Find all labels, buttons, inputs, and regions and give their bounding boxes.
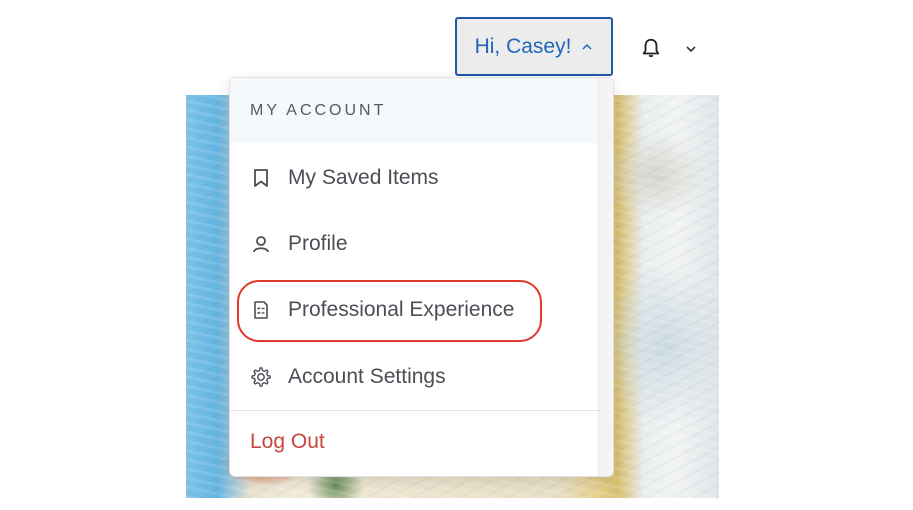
user-icon xyxy=(250,233,272,255)
menu-item-label: Account Settings xyxy=(288,365,446,388)
chevron-up-icon xyxy=(582,43,592,50)
document-checklist-icon xyxy=(250,299,272,321)
page: Hi, Casey! MY ACCOUNT My Saved Items Pro… xyxy=(0,0,913,510)
menu-item-profile[interactable]: Profile xyxy=(230,216,601,272)
gear-icon xyxy=(250,366,272,388)
logout-link[interactable]: Log Out xyxy=(250,430,325,454)
account-dropdown-menu: MY ACCOUNT My Saved Items Profile Profes… xyxy=(229,77,614,477)
menu-item-label: My Saved Items xyxy=(288,166,439,189)
menu-item-saved-items[interactable]: My Saved Items xyxy=(230,150,601,206)
chevron-down-icon[interactable] xyxy=(684,42,698,56)
dropdown-heading: MY ACCOUNT xyxy=(230,78,599,143)
menu-item-account-settings[interactable]: Account Settings xyxy=(230,349,601,405)
dropdown-scrollbar[interactable] xyxy=(598,78,613,476)
menu-item-label: Professional Experience xyxy=(288,298,515,321)
bookmark-icon xyxy=(250,167,272,189)
dropdown-heading-label: MY ACCOUNT xyxy=(250,101,387,119)
menu-divider xyxy=(230,410,601,411)
menu-item-professional-experience[interactable]: Professional Experience xyxy=(230,282,601,338)
menu-item-label: Profile xyxy=(288,232,348,255)
bell-icon[interactable] xyxy=(640,37,662,59)
user-greeting: Hi, Casey! xyxy=(474,34,572,58)
user-menu-button[interactable]: Hi, Casey! xyxy=(455,17,613,76)
